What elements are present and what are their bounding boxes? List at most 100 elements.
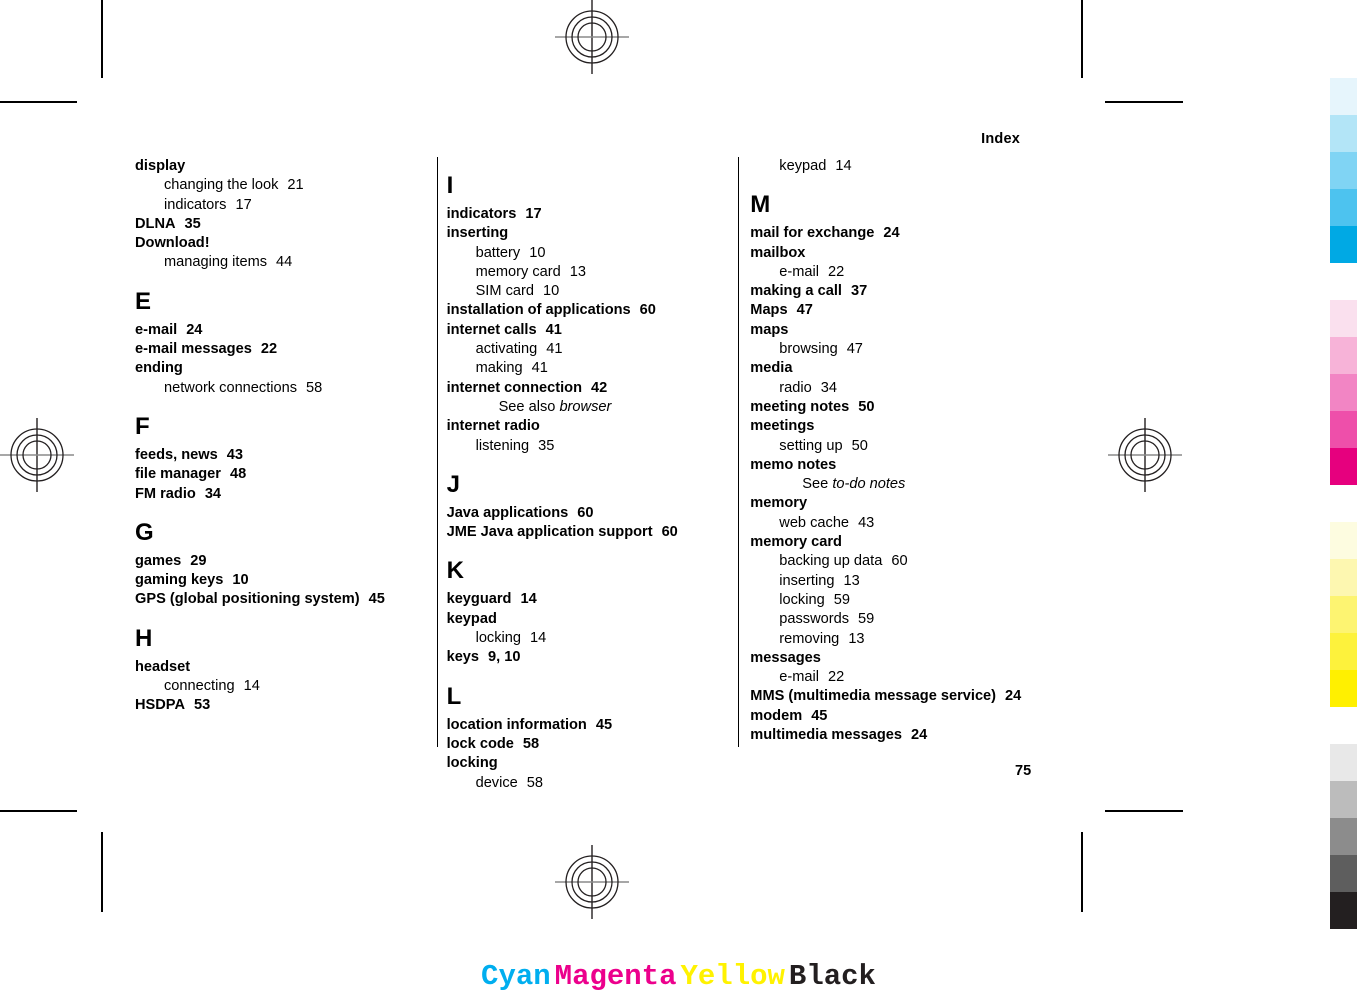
- index-entry-term: keypad: [446, 610, 497, 627]
- index-entry: HSDPA 53: [135, 696, 427, 715]
- index-entry-term: JME Java application support: [446, 524, 653, 541]
- index-entry-term: managing items: [164, 254, 268, 271]
- crop-mark-bottom-left-horizontal: [0, 810, 77, 812]
- column-divider-2: [738, 157, 740, 747]
- index-entry: headset: [135, 658, 427, 677]
- index-page-reference: 45: [595, 716, 613, 733]
- index-subentry: making 41: [447, 359, 729, 378]
- index-entry-term: meeting notes: [750, 398, 850, 415]
- calibration-swatch: [1330, 855, 1357, 892]
- index-subentry: memory card 13: [447, 263, 729, 282]
- index-page-reference: 22: [260, 341, 278, 358]
- index-subentry: removing 13: [750, 630, 1030, 649]
- index-cross-reference: See also browser: [447, 398, 729, 417]
- index-entry: Java applications 60: [447, 504, 729, 523]
- index-subentry: locking 59: [750, 591, 1030, 610]
- index-page-reference: 35: [184, 215, 201, 232]
- index-letter-heading: K: [446, 557, 464, 585]
- index-entry: MMS (multimedia message service) 24: [750, 687, 1030, 706]
- index-page-reference: 60: [577, 504, 594, 521]
- index-entry-term: listening: [475, 437, 530, 454]
- index-entry-term: GPS (global positioning system): [135, 591, 360, 608]
- index-entry: FM radio 34: [135, 485, 427, 504]
- index-entry-term: keypad: [779, 158, 827, 174]
- index-subentry: e-mail 22: [750, 263, 1030, 282]
- index-subentry: battery 10: [447, 244, 729, 263]
- printed-page-proof: Index display changing the look 21 indicato…: [0, 0, 1357, 1001]
- index-page-reference: 50: [851, 437, 868, 454]
- registration-mark-left: [0, 418, 74, 492]
- index-entry-term: headset: [135, 658, 191, 675]
- index-entry-term: keyguard: [446, 591, 512, 608]
- index-entry-term: maps: [750, 321, 789, 338]
- calibration-swatch: [1330, 189, 1357, 226]
- index-entry: maps: [750, 321, 1030, 340]
- index-entry: memory: [750, 494, 1030, 513]
- index-page-reference: 58: [306, 379, 323, 396]
- index-entry-term: setting up: [779, 437, 843, 454]
- crop-mark-bottom-left-vertical: [101, 832, 103, 912]
- index-entry-term: indicators: [164, 196, 227, 213]
- index-entry: mail for exchange 24: [750, 224, 1030, 243]
- index-page-reference: 13: [843, 572, 860, 589]
- index-letter-heading: E: [135, 287, 152, 315]
- index-page-reference: 10: [542, 283, 560, 300]
- index-page-reference: 48: [229, 466, 247, 483]
- index-page-reference: 10: [232, 572, 249, 589]
- calibration-swatch: [1330, 559, 1357, 596]
- cross-reference-label: See also: [498, 398, 560, 415]
- index-entry-term: Java applications: [446, 504, 569, 521]
- index-subentry: network connections 58: [135, 379, 427, 398]
- calibration-swatch: [1330, 781, 1357, 818]
- index-column-2: Iindicators 17 inserting battery 10 memory ca…: [436, 157, 739, 791]
- index-entry: ending: [135, 359, 427, 378]
- index-entry: modem 45: [750, 707, 1030, 726]
- calibration-swatch: [1330, 78, 1357, 115]
- index-subentry: web cache 43: [750, 514, 1030, 533]
- index-page-reference: 9, 10: [488, 649, 521, 666]
- index-entry-term: feeds, news: [135, 446, 218, 463]
- index-entry-term: memory card: [475, 263, 561, 280]
- index-page-reference: 14: [530, 630, 547, 647]
- index-page-reference: 10: [529, 244, 546, 261]
- crop-mark-top-right-vertical: [1081, 0, 1083, 78]
- index-entry-term: SIM card: [475, 283, 534, 300]
- index-letter-heading: H: [135, 624, 153, 652]
- index-page-reference: 53: [194, 697, 211, 714]
- index-page-reference: 13: [848, 630, 865, 647]
- index-cross-reference: See to-do notes: [750, 475, 1030, 494]
- calibration-swatch: [1330, 300, 1357, 337]
- calibration-swatch: [1330, 226, 1357, 263]
- index-entry: memo notes: [750, 456, 1030, 475]
- crop-mark-bottom-right-horizontal: [1105, 810, 1183, 812]
- index-entry: keys 9, 10: [447, 648, 729, 667]
- index-entry-term: DLNA: [135, 215, 176, 232]
- index-entry-term: gaming keys: [135, 572, 224, 589]
- index-entry-term: mail for exchange: [750, 225, 875, 242]
- index-entry: Download!: [135, 234, 427, 253]
- crop-mark-top-left-horizontal: [0, 101, 77, 103]
- index-subentry: radio 34: [750, 379, 1030, 398]
- index-columns: display changing the look 21 indicators 17 DL…: [135, 157, 1040, 791]
- index-page-reference: 17: [235, 196, 252, 213]
- index-entry: keyguard 14: [447, 590, 729, 609]
- index-page-reference: 17: [525, 206, 542, 222]
- registration-mark-right: [1108, 418, 1182, 492]
- index-entry-term: keys: [446, 649, 480, 666]
- index-entry: lock code 58: [447, 735, 729, 754]
- index-column-3: keypad 14 Mmail for exchange 24 mailbox e-mai…: [738, 157, 1040, 757]
- index-entry: file manager 48: [135, 465, 427, 484]
- index-subentry: backing up data 60: [750, 552, 1030, 571]
- cmyk-legend-yellow: Yellow: [680, 960, 785, 993]
- index-page-reference: 60: [891, 553, 908, 570]
- index-letter-heading: J: [446, 470, 460, 498]
- index-entry-term: Download!: [135, 235, 210, 252]
- index-entry-term: activating: [475, 341, 538, 358]
- index-entry: inserting: [447, 224, 729, 243]
- index-entry-term: internet radio: [446, 418, 540, 435]
- index-entry-term: device: [475, 774, 518, 791]
- index-subentry: managing items 44: [135, 253, 427, 272]
- calibration-swatch: [1330, 522, 1357, 559]
- index-page-reference: 24: [1005, 688, 1022, 705]
- crop-mark-bottom-right-vertical: [1081, 832, 1083, 912]
